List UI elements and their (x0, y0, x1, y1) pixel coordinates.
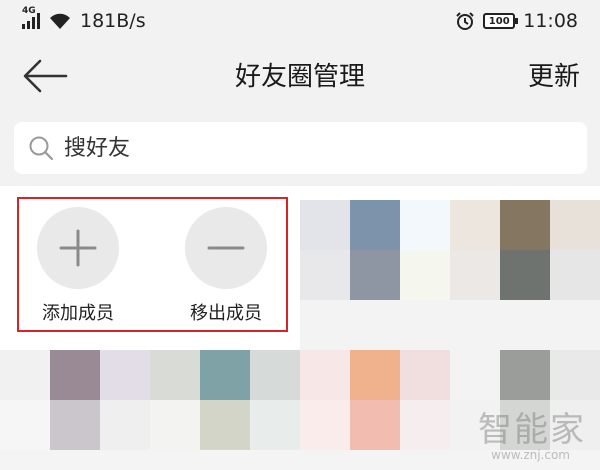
wifi-icon (50, 13, 70, 29)
back-button[interactable] (22, 56, 68, 96)
remove-member-label: 移出成员 (190, 303, 262, 324)
page-title: 好友圈管理 (234, 62, 365, 92)
network-type: 4G (22, 6, 36, 16)
alarm-clock-icon (456, 12, 474, 30)
status-left: 4G 181B/s (22, 6, 146, 32)
add-member-label: 添加成员 (42, 303, 114, 324)
minus-icon (207, 246, 245, 250)
remove-member-button[interactable]: 移出成员 (171, 207, 281, 325)
search-box[interactable] (14, 122, 587, 174)
status-bar: 4G 181B/s 100 11:08 (0, 0, 600, 42)
cellular-signal-icon: 4G (22, 6, 40, 29)
clock-time: 11:08 (523, 10, 578, 32)
search-input[interactable] (64, 135, 544, 161)
plus-icon (59, 229, 97, 267)
battery-icon: 100 (483, 13, 519, 29)
arrow-left-icon (23, 59, 68, 93)
watermark-url: www.znj.com (491, 448, 570, 462)
nav-bar: 好友圈管理 更新 (0, 42, 600, 110)
refresh-button[interactable]: 更新 (528, 56, 580, 93)
status-right: 100 11:08 (455, 10, 578, 32)
search-icon (29, 136, 54, 161)
member-actions-highlight: 添加成员 移出成员 (17, 197, 288, 332)
watermark-brand: 智能家 (478, 410, 586, 450)
add-member-button[interactable]: 添加成员 (23, 207, 133, 325)
network-speed: 181B/s (80, 10, 146, 32)
